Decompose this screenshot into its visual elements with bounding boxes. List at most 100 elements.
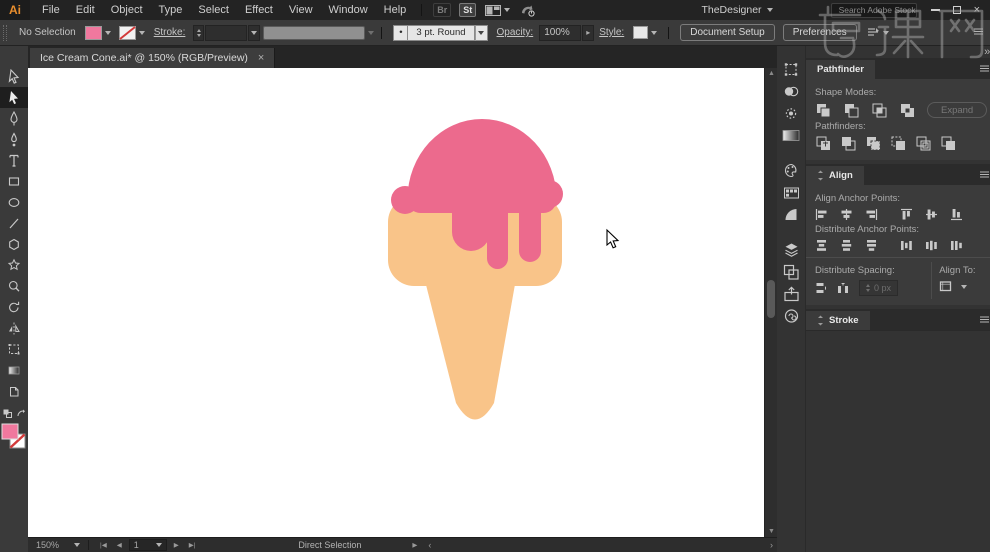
distribute-bottom-icon[interactable] bbox=[865, 239, 878, 252]
brush-definition-dropdown[interactable]: • 3 pt. Round bbox=[393, 24, 488, 41]
polygon-tool[interactable] bbox=[0, 234, 28, 255]
align-bottom-icon[interactable] bbox=[950, 208, 963, 221]
next-artboard-button[interactable]: ▶ bbox=[171, 541, 182, 549]
opacity-label[interactable]: Opacity: bbox=[497, 27, 534, 38]
trim-icon[interactable] bbox=[840, 136, 856, 151]
gradient-tool[interactable] bbox=[0, 360, 28, 381]
vertical-scrollbar[interactable]: ▲ ▼ bbox=[764, 68, 777, 537]
menu-file[interactable]: File bbox=[34, 4, 68, 16]
default-fill-stroke-icon[interactable] bbox=[3, 409, 13, 418]
swatches-panel-icon[interactable] bbox=[780, 185, 802, 200]
vertical-distribute-space-icon[interactable] bbox=[815, 282, 828, 295]
outline-icon[interactable] bbox=[915, 136, 931, 151]
style-dropdown[interactable] bbox=[633, 26, 658, 39]
scroll-up-icon[interactable]: ▲ bbox=[765, 70, 778, 77]
workspace-selector[interactable]: TheDesigner bbox=[701, 4, 773, 16]
bridge-button[interactable]: Br bbox=[433, 3, 452, 17]
tab-stroke[interactable]: Stroke bbox=[806, 311, 870, 330]
menu-type[interactable]: Type bbox=[151, 4, 191, 16]
document-tab[interactable]: Ice Cream Cone.ai* @ 150% (RGB/Preview) … bbox=[30, 48, 276, 68]
control-bar-grip[interactable] bbox=[3, 24, 7, 41]
align-left-icon[interactable] bbox=[815, 208, 828, 221]
symbols-panel-icon[interactable] bbox=[780, 106, 802, 121]
stroke-menu-icon[interactable] bbox=[980, 316, 990, 323]
pen-tool[interactable] bbox=[0, 108, 28, 129]
selection-tool[interactable] bbox=[0, 66, 28, 87]
hscroll-left-icon[interactable]: ‹ bbox=[424, 540, 435, 550]
stroke-color-dropdown[interactable] bbox=[118, 25, 145, 40]
horizontal-distribute-space-icon[interactable] bbox=[837, 282, 850, 295]
gradient-panel-icon[interactable] bbox=[780, 128, 802, 143]
direct-selection-tool[interactable] bbox=[0, 87, 28, 108]
layers-panel-icon[interactable] bbox=[780, 242, 802, 257]
canvas[interactable] bbox=[28, 68, 764, 537]
preferences-button[interactable]: Preferences bbox=[782, 24, 857, 41]
minus-front-icon[interactable] bbox=[843, 103, 859, 118]
reflect-tool[interactable] bbox=[0, 318, 28, 339]
distribute-center-horizontal-icon[interactable] bbox=[925, 239, 938, 252]
brushes-panel-icon[interactable] bbox=[780, 207, 802, 222]
color-panel-icon[interactable] bbox=[780, 163, 802, 178]
tab-pathfinder[interactable]: Pathfinder bbox=[806, 60, 875, 79]
document-setup-button[interactable]: Document Setup bbox=[680, 24, 775, 41]
pathfinder-menu-icon[interactable] bbox=[980, 65, 990, 72]
vertical-scroll-thumb[interactable] bbox=[767, 280, 775, 318]
status-options-icon[interactable]: ▶ bbox=[409, 541, 420, 549]
menu-select[interactable]: Select bbox=[190, 4, 237, 16]
menu-effect[interactable]: Effect bbox=[237, 4, 281, 16]
align-menu-icon[interactable] bbox=[980, 171, 990, 178]
stock-button[interactable]: St bbox=[459, 3, 477, 17]
workspace-switcher[interactable] bbox=[485, 4, 511, 16]
maximize-button[interactable] bbox=[952, 6, 961, 14]
align-center-horizontal-icon[interactable] bbox=[840, 208, 853, 221]
minimize-button[interactable] bbox=[930, 9, 940, 11]
artboard-number-dropdown[interactable]: 1 bbox=[128, 539, 167, 551]
tab-close-icon[interactable]: × bbox=[258, 52, 264, 64]
previous-artboard-button[interactable]: ◀ bbox=[114, 541, 125, 549]
menu-window[interactable]: Window bbox=[321, 4, 376, 16]
opacity-slider-button[interactable]: ▸ bbox=[582, 24, 595, 41]
intersect-icon[interactable] bbox=[871, 103, 887, 118]
menu-view[interactable]: View bbox=[281, 4, 321, 16]
divide-icon[interactable] bbox=[815, 136, 831, 151]
type-tool[interactable] bbox=[0, 150, 28, 171]
minus-back-icon[interactable] bbox=[940, 136, 956, 151]
merge-icon[interactable] bbox=[865, 136, 881, 151]
zoom-dropdown-icon[interactable] bbox=[74, 543, 80, 547]
opacity-input[interactable]: 100% bbox=[539, 24, 582, 41]
line-segment-tool[interactable] bbox=[0, 213, 28, 234]
collapse-panels-icon[interactable]: » bbox=[984, 46, 990, 58]
swap-fill-stroke-icon[interactable] bbox=[16, 409, 25, 418]
fill-swatch[interactable] bbox=[1, 423, 19, 440]
align-to-artboard-dropdown[interactable] bbox=[939, 280, 952, 293]
distribute-center-vertical-icon[interactable] bbox=[840, 239, 853, 252]
artboard-tool[interactable] bbox=[0, 339, 28, 360]
fill-color-dropdown[interactable] bbox=[84, 25, 111, 40]
stroke-weight-label[interactable]: Stroke: bbox=[154, 27, 186, 38]
zoom-level[interactable]: 150% bbox=[36, 540, 70, 550]
unite-icon[interactable] bbox=[815, 103, 831, 118]
curvature-tool[interactable] bbox=[0, 129, 28, 150]
align-middle-vertical-icon[interactable] bbox=[925, 208, 938, 221]
adobe-stock-search[interactable]: Search Adobe Stock bbox=[830, 2, 917, 18]
align-top-icon[interactable] bbox=[900, 208, 913, 221]
distribute-top-icon[interactable] bbox=[815, 239, 828, 252]
export-panel-icon[interactable] bbox=[780, 285, 802, 301]
shape-builder-panel-icon[interactable] bbox=[780, 84, 802, 99]
control-panel-menu-icon[interactable] bbox=[974, 28, 983, 35]
zoom-tool[interactable] bbox=[0, 276, 28, 297]
distribute-right-icon[interactable] bbox=[950, 239, 963, 252]
hscroll-right-icon[interactable]: › bbox=[766, 540, 777, 550]
menu-object[interactable]: Object bbox=[103, 4, 151, 16]
menu-help[interactable]: Help bbox=[376, 4, 415, 16]
menu-edit[interactable]: Edit bbox=[68, 4, 103, 16]
star-tool[interactable] bbox=[0, 255, 28, 276]
creative-cloud-icon[interactable] bbox=[780, 308, 802, 323]
stroke-weight-stepper[interactable] bbox=[193, 24, 205, 41]
last-artboard-button[interactable]: ▶| bbox=[186, 541, 199, 549]
stroke-weight-dropdown[interactable] bbox=[248, 24, 261, 41]
align-options-dropdown[interactable] bbox=[866, 27, 889, 39]
close-button[interactable]: × bbox=[974, 5, 980, 16]
scroll-down-icon[interactable]: ▼ bbox=[765, 528, 778, 535]
tab-align[interactable]: Align bbox=[806, 166, 864, 185]
